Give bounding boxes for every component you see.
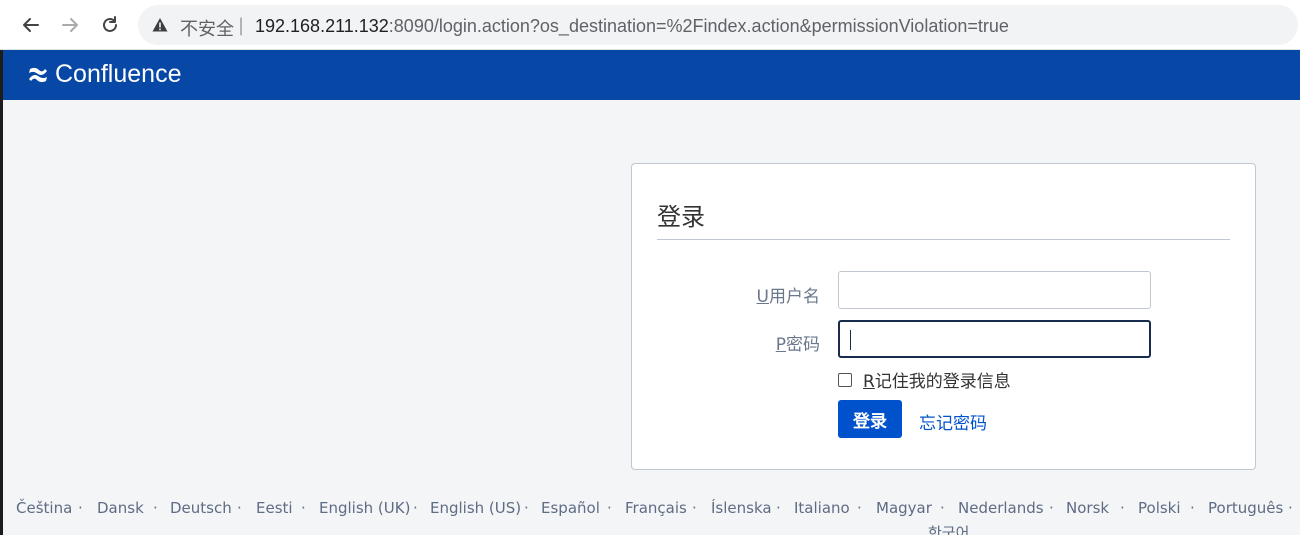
remember-me[interactable]: R记住我的登录信息 — [838, 367, 1011, 392]
remember-label[interactable]: R记住我的登录信息 — [863, 367, 1011, 392]
arrow-left-icon — [23, 18, 39, 32]
language-link[interactable]: Nederlands — [958, 499, 1044, 517]
password-input[interactable] — [838, 320, 1151, 358]
language-link[interactable]: Italiano — [794, 499, 850, 517]
remember-label-text: 记住我的登录信息 — [874, 372, 1011, 392]
language-link[interactable]: Français — [625, 499, 687, 517]
language-separator: · — [78, 499, 83, 517]
divider — [657, 239, 1230, 240]
language-link[interactable]: 한국어 — [928, 522, 969, 535]
url-text[interactable]: 192.168.211.132:8090/login.action?os_des… — [255, 16, 1009, 37]
insecure-label[interactable]: 不安全 — [180, 15, 234, 41]
language-separator: · — [301, 499, 306, 517]
username-accesskey: U — [756, 287, 769, 307]
language-separator: · — [413, 499, 418, 517]
language-list: Čeština · Dansk · Deutsch · Eesti · Engl… — [0, 496, 1300, 535]
url-path: :8090/login.action?os_destination=%2Find… — [388, 16, 1009, 36]
language-link[interactable]: Dansk — [97, 499, 144, 517]
language-separator: · — [607, 499, 612, 517]
language-separator: · — [940, 499, 945, 517]
app-name[interactable]: Confluence — [55, 60, 181, 89]
language-link[interactable]: Eesti — [256, 499, 293, 517]
language-separator: · — [1288, 499, 1293, 517]
forward-button[interactable] — [57, 12, 83, 38]
language-link[interactable]: English (US) — [430, 499, 521, 517]
language-link[interactable]: Deutsch — [170, 499, 232, 517]
language-link[interactable]: Čeština — [16, 499, 72, 517]
language-separator: · — [776, 499, 781, 517]
reload-button[interactable] — [97, 12, 123, 38]
language-link[interactable]: Norsk — [1066, 499, 1109, 517]
login-button[interactable]: 登录 — [838, 400, 902, 438]
password-label-text: 密码 — [786, 335, 820, 355]
address-bar[interactable]: 不安全 | 192.168.211.132:8090/login.action?… — [138, 5, 1298, 45]
forgot-password-link[interactable]: 忘记密码 — [919, 409, 987, 434]
url-host: 192.168.211.132 — [255, 16, 389, 36]
remember-accesskey: R — [863, 372, 875, 392]
language-link[interactable]: Polski — [1138, 499, 1181, 517]
language-separator: · — [1190, 499, 1195, 517]
language-separator: · — [237, 499, 242, 517]
remember-checkbox[interactable] — [838, 372, 852, 387]
text-caret — [850, 330, 851, 350]
window-edge — [0, 50, 3, 535]
language-link[interactable]: Magyar — [876, 499, 932, 517]
language-separator: · — [857, 499, 862, 517]
language-link[interactable]: Português — [1208, 499, 1283, 517]
language-separator: · — [692, 499, 697, 517]
browser-toolbar: 不安全 | 192.168.211.132:8090/login.action?… — [0, 0, 1300, 50]
language-link[interactable]: English (UK) — [319, 499, 410, 517]
language-link[interactable]: Español — [541, 499, 600, 517]
app-header: Confluence — [3, 50, 1300, 100]
password-label: P密码 — [645, 330, 820, 355]
language-separator: · — [153, 499, 158, 517]
username-label: U用户名 — [645, 282, 820, 307]
confluence-logo-icon[interactable] — [27, 64, 49, 86]
language-separator: · — [1120, 499, 1125, 517]
back-button[interactable] — [18, 12, 44, 38]
language-separator: · — [1049, 499, 1054, 517]
reload-icon — [103, 16, 117, 32]
username-input[interactable] — [838, 271, 1151, 309]
login-form: 登录 U用户名 P密码 R记住我的登录信息 登录 忘记密码 — [631, 163, 1256, 470]
warning-icon[interactable] — [152, 17, 168, 33]
username-label-text: 用户名 — [769, 287, 820, 307]
language-separator: · — [524, 499, 529, 517]
language-link[interactable]: Íslenska — [711, 499, 772, 517]
arrow-right-icon — [62, 18, 78, 32]
password-accesskey: P — [775, 335, 786, 355]
page-title: 登录 — [657, 203, 705, 231]
address-separator: | — [238, 15, 245, 36]
